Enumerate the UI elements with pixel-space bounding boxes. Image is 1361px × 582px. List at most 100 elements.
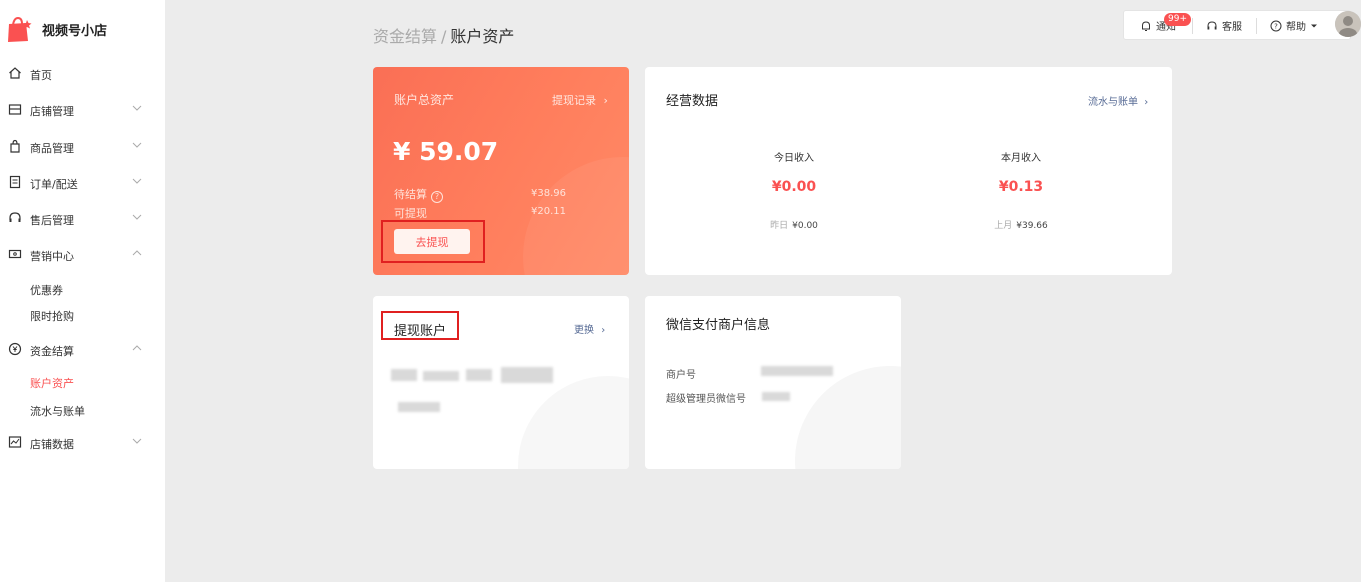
pending-settlement-value: ¥38.96 [531,188,566,199]
pending-settlement-label: 待结算 [394,188,427,201]
help-button[interactable]: ? 帮助 [1270,18,1318,33]
redacted-text [391,369,417,381]
sidebar-item-label: 营销中心 [30,250,74,263]
chevron-down-icon [132,214,142,220]
withdraw-record-link[interactable]: 提现记录 › [552,92,608,108]
headset-icon [9,212,21,222]
withdraw-account-card: 提现账户 更换 › [373,296,629,469]
change-account-link[interactable]: 更换 › [574,321,605,336]
withdrawable-value: ¥20.11 [531,206,566,217]
change-account-label: 更换 [574,325,594,336]
home-icon [9,67,21,79]
chevron-right-icon: › [1144,97,1149,108]
admin-wechat-label: 超级管理员微信号 [666,394,746,405]
breadcrumb-parent[interactable]: 资金结算 [373,27,437,46]
sidebar-item-label: 资金结算 [30,345,74,358]
sidebar-subitem-coupons[interactable]: 优惠券 [30,282,63,298]
breadcrumb-separator: / [441,27,447,46]
redacted-text [501,367,553,383]
last-month-value: ¥39.66 [1016,221,1048,231]
sidebar: 视频号小店 首页 店铺管理 商品管理 订单/配送 售后管理 营销中心 优惠券 限… [0,0,165,582]
business-data-title: 经营数据 [666,94,719,109]
shop-bag-logo-icon [6,15,34,43]
sidebar-item-after-sales[interactable]: 售后管理 [0,207,165,231]
sidebar-subitem-statements[interactable]: 流水与账单 [30,403,85,419]
statements-link-label: 流水与账单 [1088,97,1138,108]
page-title: 账户资产 [450,27,515,46]
last-month-income: 上月 ¥39.66 [961,218,1081,231]
sidebar-item-label: 售后管理 [30,214,74,227]
yesterday-income: 昨日 ¥0.00 [734,218,854,231]
chevron-down-icon [132,178,142,184]
sidebar-subitem-flash-sale[interactable]: 限时抢购 [30,308,74,324]
chart-icon [8,436,22,448]
wechat-pay-merchant-card: 微信支付商户信息 商户号 超级管理员微信号 [645,296,901,469]
divider [1192,18,1193,34]
sidebar-item-label: 订单/配送 [30,178,78,191]
statements-link[interactable]: 流水与账单 › [1088,93,1148,108]
pending-settlement-row: 待结算? [394,186,443,203]
withdraw-record-label: 提现记录 [552,94,596,107]
help-icon: ? [1270,20,1282,31]
chevron-right-icon: › [601,325,606,336]
sidebar-item-orders[interactable]: 订单/配送 [0,171,165,195]
business-data-card: 经营数据 流水与账单 › 今日收入 ¥0.00 昨日 ¥0.00 本月收入 ¥0.… [645,67,1172,275]
avatar[interactable] [1335,11,1361,37]
wechat-pay-title: 微信支付商户信息 [666,318,771,333]
total-assets-amount: ¥ 59.07 [393,137,499,166]
top-toolbar: 通知 99+ 客服 ? 帮助 [1123,10,1351,40]
svg-text:?: ? [1274,22,1278,30]
help-icon[interactable]: ? [431,191,443,203]
sidebar-item-label: 店铺管理 [30,105,74,118]
yesterday-value: ¥0.00 [792,221,818,231]
sidebar-item-store-data[interactable]: 店铺数据 [0,431,165,455]
card-decoration [518,376,629,469]
brand[interactable]: 视频号小店 [6,14,107,44]
withdrawable-label: 可提现 [394,207,427,220]
breadcrumb: 资金结算 / 账户资产 [373,23,514,47]
sidebar-item-marketing[interactable]: 营销中心 [0,243,165,267]
help-label: 帮助 [1286,22,1306,33]
redacted-text [423,371,459,381]
chevron-right-icon: › [603,94,608,107]
today-income-label: 今日收入 [774,153,814,164]
chevron-up-icon [132,250,142,256]
order-icon [9,175,21,189]
total-assets-title: 账户总资产 [394,93,455,107]
chevron-down-icon [132,438,142,444]
last-month-label: 上月 [994,221,1013,231]
divider [1256,18,1257,34]
sidebar-item-label: 商品管理 [30,142,74,155]
chevron-down-icon [132,105,142,111]
card-decoration [795,366,901,469]
bell-icon [1142,20,1150,31]
month-income-label: 本月收入 [1001,153,1041,164]
caret-down-icon [1311,24,1317,27]
customer-service-button[interactable]: 客服 [1206,18,1242,33]
brand-name: 视频号小店 [42,23,108,39]
merchant-number-label: 商户号 [666,370,696,381]
store-icon [8,104,22,115]
sidebar-item-label: 店铺数据 [30,438,74,451]
notification-badge: 99+ [1164,13,1191,26]
redacted-text [466,369,492,381]
sidebar-item-store[interactable]: 店铺管理 [0,98,165,122]
chevron-up-icon [132,345,142,351]
redacted-text [398,402,440,412]
bag-icon [10,139,20,153]
withdraw-account-title: 提现账户 [394,324,447,339]
yesterday-label: 昨日 [770,221,789,231]
yen-icon [8,342,22,356]
customer-service-label: 客服 [1222,22,1242,33]
redacted-merchant-number [761,366,833,376]
chevron-down-icon [132,142,142,148]
sidebar-item-home[interactable]: 首页 [0,62,165,86]
highlight-box [381,220,485,263]
headset-icon [1207,20,1217,29]
redacted-admin-id [762,392,790,401]
sidebar-item-finance[interactable]: 资金结算 [0,338,165,362]
sidebar-item-products[interactable]: 商品管理 [0,135,165,159]
month-income-value: ¥0.13 [998,179,1044,195]
sidebar-subitem-account-assets[interactable]: 账户资产 [30,375,74,391]
coupon-icon [8,249,22,259]
